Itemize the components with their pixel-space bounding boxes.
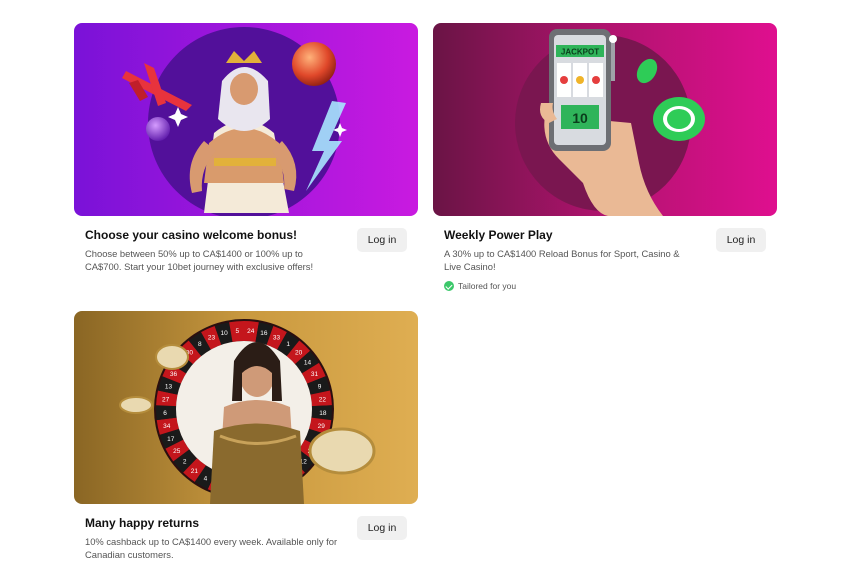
- wheel-number: 4: [204, 475, 208, 482]
- wheel-number: 25: [173, 448, 181, 455]
- wheel-number: 20: [295, 349, 303, 356]
- wheel-number: 29: [318, 423, 326, 430]
- wheel-number: 22: [319, 396, 327, 403]
- wheel-number: 27: [162, 396, 170, 403]
- wheel-number: 2: [183, 459, 187, 466]
- promo-card-weekly-power-play[interactable]: JACKPOT 10 Weekly Power Play A 30% up to…: [433, 23, 777, 291]
- promo-card-welcome-bonus[interactable]: Choose your casino welcome bonus! Choose…: [74, 23, 418, 273]
- promo-description: A 30% up to CA$1400 Reload Bonus for Spo…: [444, 248, 680, 272]
- wheel-number: 23: [208, 335, 216, 342]
- login-button[interactable]: Log in: [357, 516, 407, 540]
- login-button[interactable]: Log in: [357, 228, 407, 252]
- wheel-number: 33: [273, 335, 281, 342]
- jackpot-label: JACKPOT: [561, 48, 599, 57]
- slot-number: 10: [572, 110, 588, 126]
- roulette-woman-illustration: 2416331201431922182972812353260321519421…: [74, 311, 418, 504]
- wheel-number: 16: [260, 330, 268, 337]
- login-button[interactable]: Log in: [716, 228, 766, 252]
- wheel-number: 8: [198, 341, 202, 348]
- wheel-number: 36: [170, 371, 178, 378]
- wheel-number: 10: [220, 330, 228, 337]
- wheel-number: 21: [191, 468, 199, 475]
- wheel-number: 14: [304, 360, 312, 367]
- tailored-tag: Tailored for you: [444, 281, 777, 291]
- wheel-number: 9: [318, 383, 322, 390]
- promo-description: Choose between 50% up to CA$1400 or 100%…: [85, 248, 314, 272]
- wheel-number: 18: [319, 410, 327, 417]
- wheel-number: 6: [163, 410, 167, 417]
- wheel-number: 31: [311, 371, 319, 378]
- wheel-number: 34: [163, 423, 171, 430]
- promo-card-cashback[interactable]: 2416331201431922182972812353260321519421…: [74, 311, 418, 561]
- promo-description: 10% cashback up to CA$1400 every week. A…: [85, 536, 338, 560]
- tag-label: Tailored for you: [458, 281, 517, 291]
- wheel-number: 1: [286, 341, 290, 348]
- promo-image-roulette[interactable]: 2416331201431922182972812353260321519421…: [74, 311, 418, 504]
- zeus-illustration: [74, 23, 418, 216]
- promo-image-slot-phone[interactable]: JACKPOT 10: [433, 23, 777, 216]
- promo-image-zeus[interactable]: [74, 23, 418, 216]
- wheel-number: 13: [165, 383, 173, 390]
- slot-phone-illustration: JACKPOT 10: [433, 23, 777, 216]
- check-circle-icon: [444, 281, 454, 291]
- wheel-number: 5: [235, 328, 239, 335]
- wheel-number: 17: [167, 436, 175, 443]
- wheel-number: 24: [247, 328, 255, 335]
